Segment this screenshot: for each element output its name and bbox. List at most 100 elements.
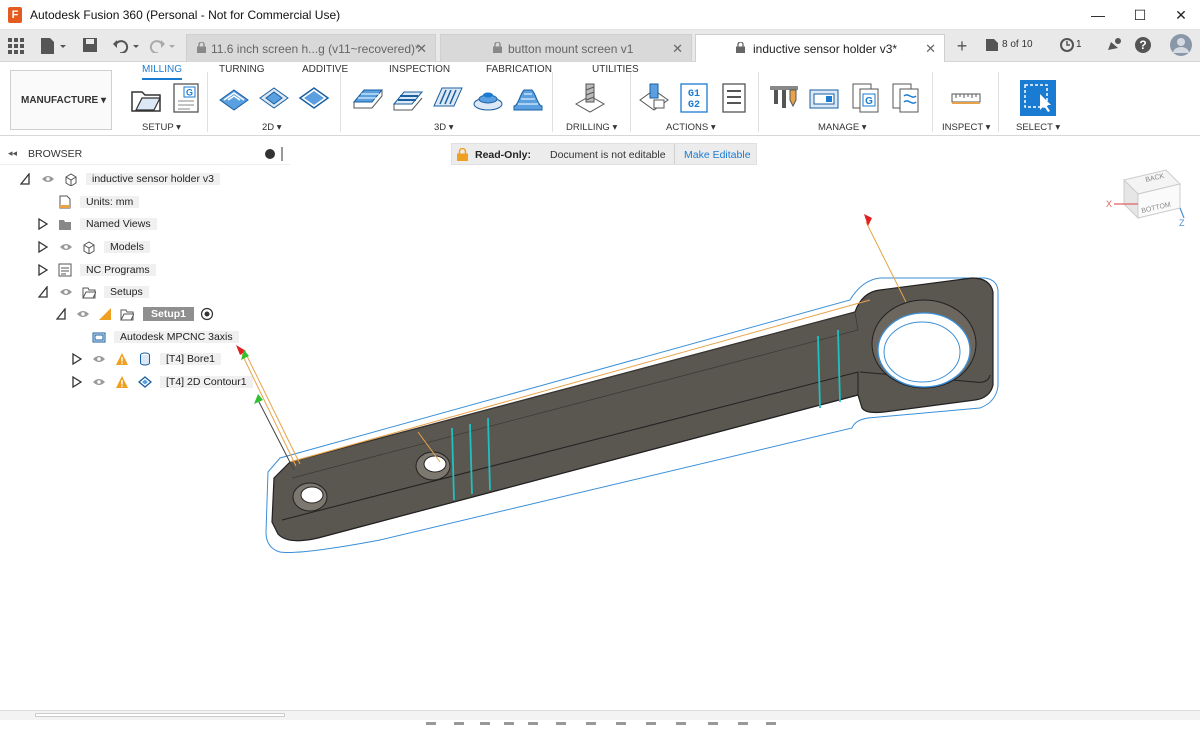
template-library-icon[interactable]: [890, 82, 922, 114]
tree-item-models[interactable]: Models: [0, 238, 230, 258]
tree-item-nc-programs[interactable]: NC Programs: [0, 261, 230, 281]
3d-adaptive-icon[interactable]: [352, 82, 384, 114]
new-tab-button[interactable]: +: [952, 36, 972, 56]
eye-icon[interactable]: [60, 288, 72, 296]
file-menu-icon[interactable]: [38, 37, 68, 55]
tab-inspection[interactable]: INSPECTION: [389, 64, 450, 75]
browser-options-icon[interactable]: [265, 149, 275, 159]
expanded-arrow-icon[interactable]: [56, 308, 66, 320]
select-tool-icon[interactable]: [1020, 80, 1056, 116]
group-label-select[interactable]: SELECT ▾: [1016, 122, 1060, 133]
tab-close-button[interactable]: ✕: [925, 41, 936, 57]
tab-document-screen-hinge[interactable]: 11.6 inch screen h...g (v11~recovered)* …: [186, 34, 436, 62]
eye-icon[interactable]: [60, 243, 72, 251]
save-icon[interactable]: [82, 37, 98, 53]
eye-icon[interactable]: [42, 175, 54, 183]
collapsed-arrow-icon[interactable]: [38, 264, 48, 276]
collapsed-arrow-icon[interactable]: [38, 218, 48, 230]
tab-utilities[interactable]: UTILITIES: [592, 64, 639, 75]
workspace-switcher-button[interactable]: MANUFACTURE ▾: [10, 70, 112, 130]
tab-close-button[interactable]: ✕: [672, 41, 683, 57]
maximize-button[interactable]: ☐: [1125, 5, 1155, 25]
warning-icon: [116, 353, 128, 365]
g2-glyph: G2: [688, 100, 700, 111]
collapsed-arrow-icon[interactable]: [38, 241, 48, 253]
group-label-drilling[interactable]: DRILLING ▾: [566, 122, 617, 133]
tab-turning[interactable]: TURNING: [219, 64, 265, 75]
3d-pocket-icon[interactable]: [392, 82, 424, 114]
collapsed-arrow-icon[interactable]: [72, 353, 82, 365]
collapsed-arrow-icon[interactable]: [72, 376, 82, 388]
measure-icon[interactable]: [950, 82, 982, 114]
tree-item-setups[interactable]: Setups: [0, 283, 230, 303]
nc-program-icon[interactable]: G: [170, 82, 202, 114]
divider: [340, 72, 341, 132]
group-label-manage[interactable]: MANAGE ▾: [818, 122, 867, 133]
browser-pin-icon[interactable]: [281, 147, 283, 161]
group-label-2d[interactable]: 2D ▾: [262, 122, 282, 133]
divider: [207, 72, 208, 132]
tab-document-inductive-sensor[interactable]: inductive sensor holder v3* ✕: [695, 34, 945, 62]
fusion-app-icon: F: [8, 7, 22, 23]
simulate-icon[interactable]: [638, 82, 670, 114]
3d-parallel-icon[interactable]: [432, 82, 464, 114]
notifications-icon[interactable]: [1105, 37, 1121, 53]
3d-contour-icon[interactable]: [472, 82, 504, 114]
redo-icon[interactable]: [148, 37, 178, 55]
divider: [932, 72, 933, 132]
tab-milling[interactable]: MILLING: [142, 64, 183, 80]
timeline-bar: [0, 710, 1200, 725]
undo-icon[interactable]: [112, 37, 142, 55]
setup-sheet-icon[interactable]: [718, 82, 750, 114]
job-status-icon[interactable]: [1060, 38, 1074, 52]
drill-icon[interactable]: [574, 82, 606, 114]
group-label-actions[interactable]: ACTIONS ▾: [666, 122, 716, 133]
tree-item-setup1[interactable]: Setup1: [0, 305, 230, 325]
group-label-setup[interactable]: SETUP ▾: [142, 122, 181, 133]
folder-open-icon: [82, 287, 96, 299]
g1-glyph: G1: [688, 89, 700, 100]
lock-icon: [457, 148, 468, 161]
app-grid-icon[interactable]: [8, 38, 24, 54]
tab-close-button[interactable]: ✕: [416, 41, 427, 57]
tree-item-bore-operation[interactable]: [T4] Bore1: [0, 350, 240, 370]
tab-document-button-mount[interactable]: button mount screen v1 ✕: [440, 34, 692, 62]
expanded-arrow-icon[interactable]: [20, 173, 30, 185]
collapse-browser-icon[interactable]: ◂◂: [8, 148, 17, 159]
post-process-icon[interactable]: G1 G2: [678, 82, 710, 114]
3d-scallop-icon[interactable]: [512, 82, 544, 114]
2d-face-icon[interactable]: [298, 82, 330, 114]
navigation-toolbar[interactable]: [420, 713, 790, 725]
2d-pocket-icon[interactable]: [258, 82, 290, 114]
3d-viewport[interactable]: [230, 200, 1030, 570]
tree-item-contour-operation[interactable]: [T4] 2D Contour1: [0, 373, 260, 393]
group-label-3d[interactable]: 3D ▾: [434, 122, 454, 133]
active-setup-radio-icon[interactable]: [200, 307, 214, 321]
viewcube[interactable]: BACK BOTTOM X Z: [1100, 158, 1192, 230]
help-icon[interactable]: ?: [1134, 36, 1152, 54]
new-setup-icon[interactable]: [130, 82, 162, 114]
tree-item-machine[interactable]: Autodesk MPCNC 3axis: [0, 328, 240, 348]
tree-item-units[interactable]: Units: mm: [0, 193, 230, 213]
tab-additive[interactable]: ADDITIVE: [302, 64, 348, 75]
post-library-icon[interactable]: G: [850, 82, 882, 114]
eye-icon[interactable]: [93, 378, 105, 386]
tree-label-named-views: Named Views: [80, 218, 157, 230]
make-editable-link[interactable]: Make Editable: [684, 149, 751, 161]
title-bar: F Autodesk Fusion 360 (Personal - Not fo…: [0, 0, 1200, 30]
tree-item-named-views[interactable]: Named Views: [0, 215, 230, 235]
expanded-arrow-icon[interactable]: [38, 286, 48, 298]
group-label-inspect[interactable]: INSPECT ▾: [942, 122, 990, 133]
eye-icon[interactable]: [93, 355, 105, 363]
2d-adaptive-icon[interactable]: [218, 82, 250, 114]
document-count[interactable]: 8 of 10: [1002, 39, 1033, 50]
timeline-scrollbar[interactable]: [35, 713, 285, 717]
close-window-button[interactable]: ✕: [1166, 5, 1196, 25]
machine-library-icon[interactable]: [808, 82, 840, 114]
tree-item-root[interactable]: inductive sensor holder v3: [0, 170, 230, 190]
eye-icon[interactable]: [77, 310, 89, 318]
minimize-button[interactable]: —: [1083, 5, 1113, 25]
tool-library-icon[interactable]: [768, 82, 800, 114]
user-avatar[interactable]: [1170, 34, 1192, 56]
tab-fabrication[interactable]: FABRICATION: [486, 64, 552, 75]
